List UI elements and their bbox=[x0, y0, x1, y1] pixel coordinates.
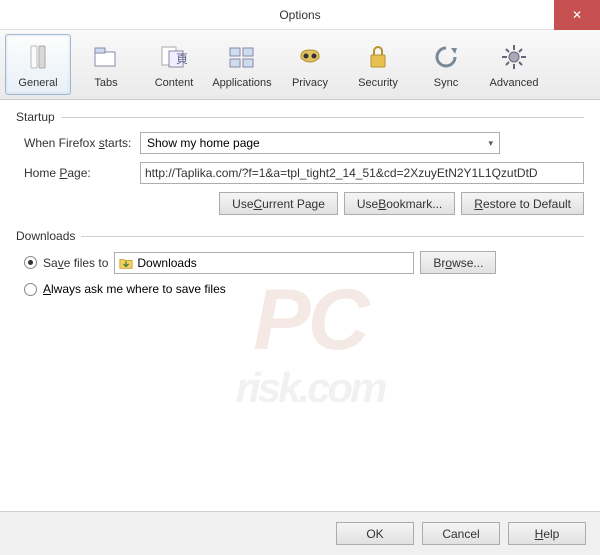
tab-label: General bbox=[18, 77, 57, 89]
security-icon bbox=[362, 41, 394, 73]
applications-icon bbox=[226, 41, 258, 73]
use-current-page-button[interactable]: Use Current Page bbox=[219, 192, 338, 215]
tab-privacy[interactable]: Privacy bbox=[277, 34, 343, 95]
tab-label: Security bbox=[358, 77, 398, 89]
tab-general[interactable]: General bbox=[5, 34, 71, 95]
ok-button[interactable]: OK bbox=[336, 522, 414, 545]
tab-advanced[interactable]: Advanced bbox=[481, 34, 547, 95]
browse-button[interactable]: Browse... bbox=[420, 251, 496, 274]
privacy-icon bbox=[294, 41, 326, 73]
tabs-icon bbox=[90, 41, 122, 73]
use-bookmark-button[interactable]: Use Bookmark... bbox=[344, 192, 455, 215]
tab-label: Applications bbox=[212, 77, 271, 89]
homepage-value: http://Taplika.com/?f=1&a=tpl_tight2_14_… bbox=[145, 166, 538, 180]
download-path-field[interactable]: Downloads bbox=[114, 252, 414, 274]
sync-icon bbox=[430, 41, 462, 73]
help-button[interactable]: Help bbox=[508, 522, 586, 545]
close-button[interactable]: ✕ bbox=[554, 0, 600, 30]
content-area: Startup When Firefox starts: Show my hom… bbox=[0, 100, 600, 320]
svg-text:頁: 頁 bbox=[176, 52, 188, 66]
cancel-button[interactable]: Cancel bbox=[422, 522, 500, 545]
tab-applications[interactable]: Applications bbox=[209, 34, 275, 95]
content-icon: 頁 bbox=[158, 41, 190, 73]
save-files-to-label: Save files to bbox=[43, 256, 108, 270]
watermark: PCrisk.com bbox=[60, 280, 560, 408]
when-starts-label: When Firefox starts: bbox=[24, 136, 134, 150]
downloads-title: Downloads bbox=[16, 229, 81, 243]
divider bbox=[81, 236, 584, 237]
close-icon: ✕ bbox=[572, 8, 582, 22]
startup-group: Startup When Firefox starts: Show my hom… bbox=[16, 110, 584, 215]
always-ask-label: Always ask me where to save files bbox=[43, 282, 226, 296]
restore-default-button[interactable]: Restore to Default bbox=[461, 192, 584, 215]
download-path-value: Downloads bbox=[137, 256, 196, 270]
dialog-footer: OK Cancel Help bbox=[0, 511, 600, 555]
homepage-label: Home Page: bbox=[24, 166, 134, 180]
tab-content[interactable]: 頁 Content bbox=[141, 34, 207, 95]
window-title: Options bbox=[0, 8, 600, 22]
general-icon bbox=[22, 41, 54, 73]
tab-label: Advanced bbox=[490, 77, 539, 89]
tab-tabs[interactable]: Tabs bbox=[73, 34, 139, 95]
tab-sync[interactable]: Sync bbox=[413, 34, 479, 95]
tab-security[interactable]: Security bbox=[345, 34, 411, 95]
always-ask-radio[interactable] bbox=[24, 283, 37, 296]
divider bbox=[61, 117, 584, 118]
titlebar: Options ✕ bbox=[0, 0, 600, 30]
select-value: Show my home page bbox=[147, 136, 260, 150]
homepage-input[interactable]: http://Taplika.com/?f=1&a=tpl_tight2_14_… bbox=[140, 162, 584, 184]
downloads-group: Downloads Save files to Downloads Browse… bbox=[16, 229, 584, 296]
folder-icon bbox=[119, 256, 133, 270]
tab-label: Sync bbox=[434, 77, 458, 89]
tab-label: Content bbox=[155, 77, 194, 89]
tab-label: Tabs bbox=[94, 77, 117, 89]
startup-title: Startup bbox=[16, 110, 61, 124]
tab-label: Privacy bbox=[292, 77, 328, 89]
advanced-icon bbox=[498, 41, 530, 73]
chevron-down-icon: ▾ bbox=[488, 138, 493, 149]
category-toolbar: General Tabs 頁 Content Applications Priv… bbox=[0, 30, 600, 100]
save-files-to-radio[interactable] bbox=[24, 256, 37, 269]
when-starts-select[interactable]: Show my home page ▾ bbox=[140, 132, 500, 154]
